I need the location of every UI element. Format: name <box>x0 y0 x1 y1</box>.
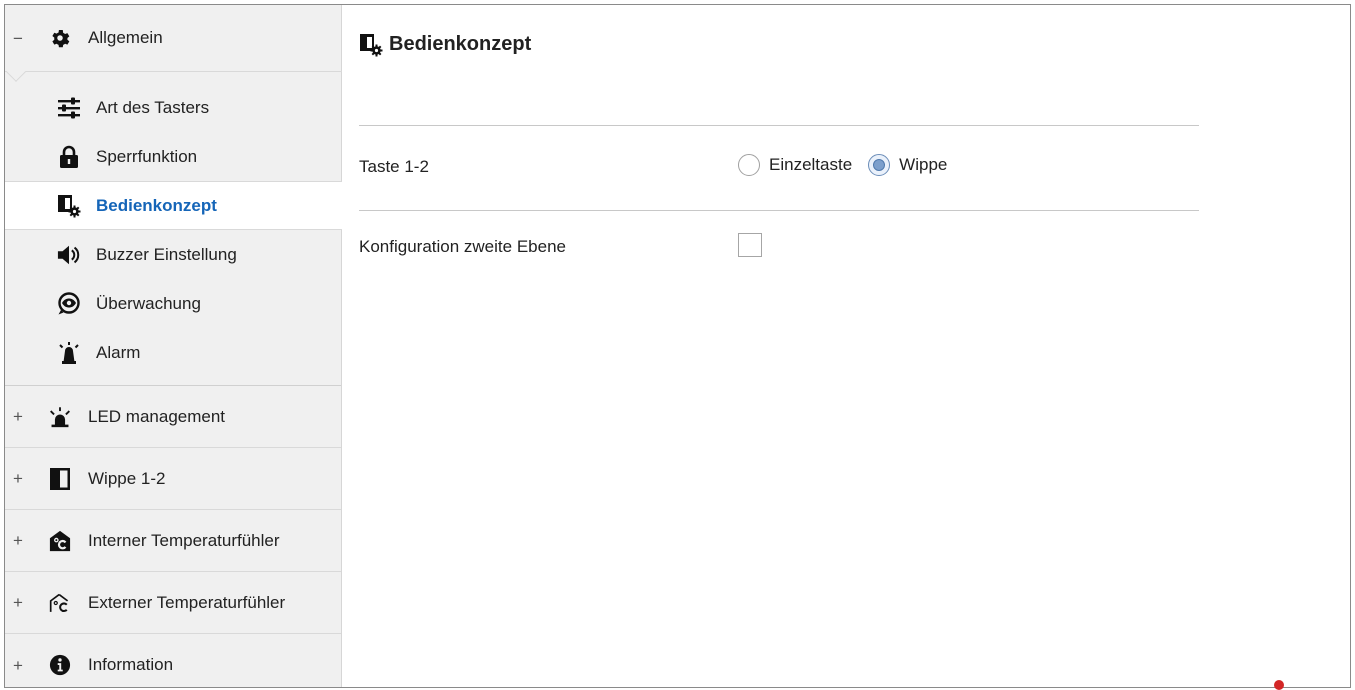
sidebar-group-label: Interner Temperaturfühler <box>88 530 280 550</box>
sidebar-group-allgemein: − Allgemein Art des Tasters Sperrfunktio… <box>5 5 342 386</box>
param-label-taste-1-2: Taste 1-2 <box>359 157 429 176</box>
sidebar-item-label: Bedienkonzept <box>96 195 217 215</box>
radio-label: Einzeltaste <box>769 155 853 174</box>
speaker-icon <box>57 243 81 267</box>
radio-button-checked[interactable] <box>868 154 891 176</box>
sidebar: − Allgemein Art des Tasters Sperrfunktio… <box>5 5 342 687</box>
param-label-konfiguration-zweite-ebene: Konfiguration zweite Ebene <box>359 237 566 256</box>
sidebar-item-ueberwachung[interactable]: Überwachung <box>5 279 341 328</box>
info-icon <box>49 654 71 676</box>
sidebar-item-label: Alarm <box>96 342 141 362</box>
sidebar-item-art-des-tasters[interactable]: Art des Tasters <box>5 83 341 132</box>
lock-icon <box>57 145 81 169</box>
sidebar-group-label: LED management <box>88 406 226 426</box>
sidebar-item-sperrfunktion[interactable]: Sperrfunktion <box>5 132 341 181</box>
collapse-toggle[interactable]: − <box>11 30 25 47</box>
sidebar-item-label: Buzzer Einstellung <box>96 244 237 264</box>
expand-toggle[interactable]: + <box>11 470 25 487</box>
led-icon <box>49 406 71 428</box>
sliders-icon <box>57 96 81 120</box>
sidebar-item-alarm[interactable]: Alarm <box>5 328 341 377</box>
sidebar-group-label: Externer Temperaturfühler <box>88 592 286 612</box>
radio-button-unchecked[interactable] <box>738 154 760 176</box>
app-window: − Allgemein Art des Tasters Sperrfunktio… <box>4 4 1351 688</box>
divider <box>359 210 1199 211</box>
radio-label: Wippe <box>899 155 948 174</box>
sidebar-group-label: Wippe 1-2 <box>88 468 166 488</box>
sidebar-group-label: Information <box>88 655 174 674</box>
sidebar-group-wippe-1-2[interactable]: + Wippe 1-2 <box>5 448 341 510</box>
sidebar-item-label: Überwachung <box>96 293 201 313</box>
rocker-config-icon <box>359 33 383 56</box>
radio-dot <box>873 159 886 171</box>
sidebar-subitems: Art des Tasters Sperrfunktion Bedienkonz… <box>5 71 342 385</box>
radio-group-taste-1-2: Einzeltaste Wippe <box>738 154 963 176</box>
divider <box>359 125 1199 126</box>
sidebar-group-interner-temperaturfuehler[interactable]: + Interner Temperaturfühler <box>5 510 341 572</box>
checkbox-konfiguration-zweite-ebene[interactable] <box>738 233 762 257</box>
sidebar-item-label: Art des Tasters <box>96 97 210 117</box>
radio-einzeltaste[interactable]: Einzeltaste <box>738 154 852 176</box>
house-temperature-filled-icon <box>49 530 71 552</box>
expand-toggle[interactable]: + <box>11 594 25 611</box>
sidebar-item-bedienkonzept[interactable]: Bedienkonzept <box>5 181 342 230</box>
sidebar-group-information[interactable]: + Information <box>5 634 341 687</box>
page-title: Bedienkonzept <box>359 33 531 56</box>
expand-toggle[interactable]: + <box>11 408 25 425</box>
rocker-icon <box>49 467 71 490</box>
eye-icon <box>57 291 81 316</box>
expand-toggle[interactable]: + <box>11 532 25 549</box>
status-indicator <box>1274 680 1284 690</box>
radio-wippe[interactable]: Wippe <box>868 154 947 176</box>
sidebar-item-buzzer-einstellung[interactable]: Buzzer Einstellung <box>5 230 341 279</box>
sidebar-group-led-management[interactable]: + LED management <box>5 386 341 448</box>
rocker-config-icon <box>57 194 81 218</box>
main-content: Bedienkonzept Taste 1-2 Einzeltaste Wipp… <box>343 5 1350 687</box>
sidebar-group-header-allgemein[interactable]: − Allgemein <box>5 5 341 71</box>
house-temperature-outline-icon <box>49 592 71 614</box>
gear-icon <box>49 27 71 49</box>
sidebar-group-externer-temperaturfuehler[interactable]: + Externer Temperaturfühler <box>5 572 341 634</box>
expand-toggle[interactable]: + <box>11 657 25 674</box>
sidebar-group-label: Allgemein <box>88 28 163 47</box>
page-title-text: Bedienkonzept <box>389 33 532 55</box>
alarm-bell-icon <box>57 341 81 365</box>
sidebar-item-label: Sperrfunktion <box>96 146 198 166</box>
